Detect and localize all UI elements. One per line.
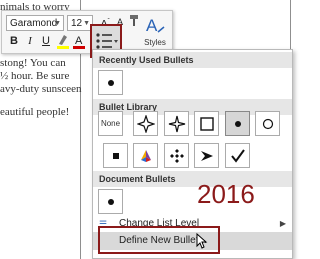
chevron-right-icon: ▶ [279, 219, 286, 228]
bullet-filled-circle-tile[interactable] [225, 111, 250, 136]
filled-square-icon [112, 152, 119, 159]
mouse-cursor-icon [196, 233, 208, 249]
italic-button[interactable]: I [24, 34, 36, 49]
font-color-icon[interactable]: A [72, 33, 86, 49]
filled-circle-icon [234, 120, 241, 127]
diamond-cluster-icon [169, 148, 184, 163]
doc-text-line[interactable]: avy-duty sunsceen [0, 83, 82, 95]
doc-text-line[interactable]: eautiful people! [0, 106, 69, 118]
styles-label: Styles [144, 38, 166, 47]
bullet-none-tile[interactable]: None [98, 111, 123, 136]
font-size-value: 12 [71, 18, 83, 29]
bullet-checkmark-tile[interactable] [225, 143, 250, 168]
font-name-value: Garamond [10, 18, 58, 29]
underline-button[interactable]: U [40, 34, 52, 49]
bullet-arrowhead-tile[interactable] [194, 143, 219, 168]
svg-text:A: A [146, 16, 158, 35]
recent-bullet-filled-circle[interactable] [98, 70, 123, 95]
filled-circle-icon [107, 198, 114, 205]
bold-button[interactable]: B [8, 34, 20, 49]
bullet-cube-tile[interactable] [133, 143, 158, 168]
bullet-star-tile[interactable] [133, 111, 158, 136]
styles-icon: A [146, 16, 165, 35]
mini-toolbar: Garamond ▼ 12 ▼ Aˆ A B I U A A Styles [1, 10, 173, 54]
colorful-cube-icon [140, 149, 151, 162]
chevron-down-icon[interactable]: ▼ [83, 16, 90, 32]
hollow-square-icon [199, 116, 214, 131]
bullet-diamond-cluster-tile[interactable] [164, 143, 189, 168]
doc-text-line[interactable]: ½ hour. Be sure [0, 70, 69, 82]
font-name-box[interactable]: Garamond ▼ [6, 15, 64, 31]
filled-circle-icon [107, 79, 114, 86]
bullet-filled-square-tile[interactable] [103, 143, 128, 168]
four-point-star-icon [168, 115, 185, 132]
arrowhead-icon [200, 150, 213, 161]
four-point-star-icon [136, 114, 155, 133]
bullet-hollow-circle-tile[interactable] [255, 111, 280, 136]
svg-text:A: A [75, 35, 83, 47]
bullet-none-label: None [100, 119, 121, 128]
recent-bullets-header: Recently Used Bullets [93, 52, 292, 68]
styles-button[interactable]: A Styles [140, 15, 170, 49]
chevron-down-icon[interactable]: ▼ [54, 16, 61, 32]
format-painter-icon[interactable] [128, 14, 140, 29]
bullet-hollow-square-tile[interactable] [194, 111, 219, 136]
checkmark-icon [230, 148, 245, 163]
document-bullet-filled-circle[interactable] [98, 189, 123, 214]
doc-text-line[interactable]: stong! You can [0, 57, 66, 69]
year-annotation: 2016 [197, 179, 255, 209]
highlight-color-icon[interactable] [56, 33, 70, 49]
hollow-circle-icon [262, 118, 273, 129]
bullet-star-alt-tile[interactable] [164, 111, 189, 136]
document-bullets-header: Document Bullets [93, 171, 292, 187]
